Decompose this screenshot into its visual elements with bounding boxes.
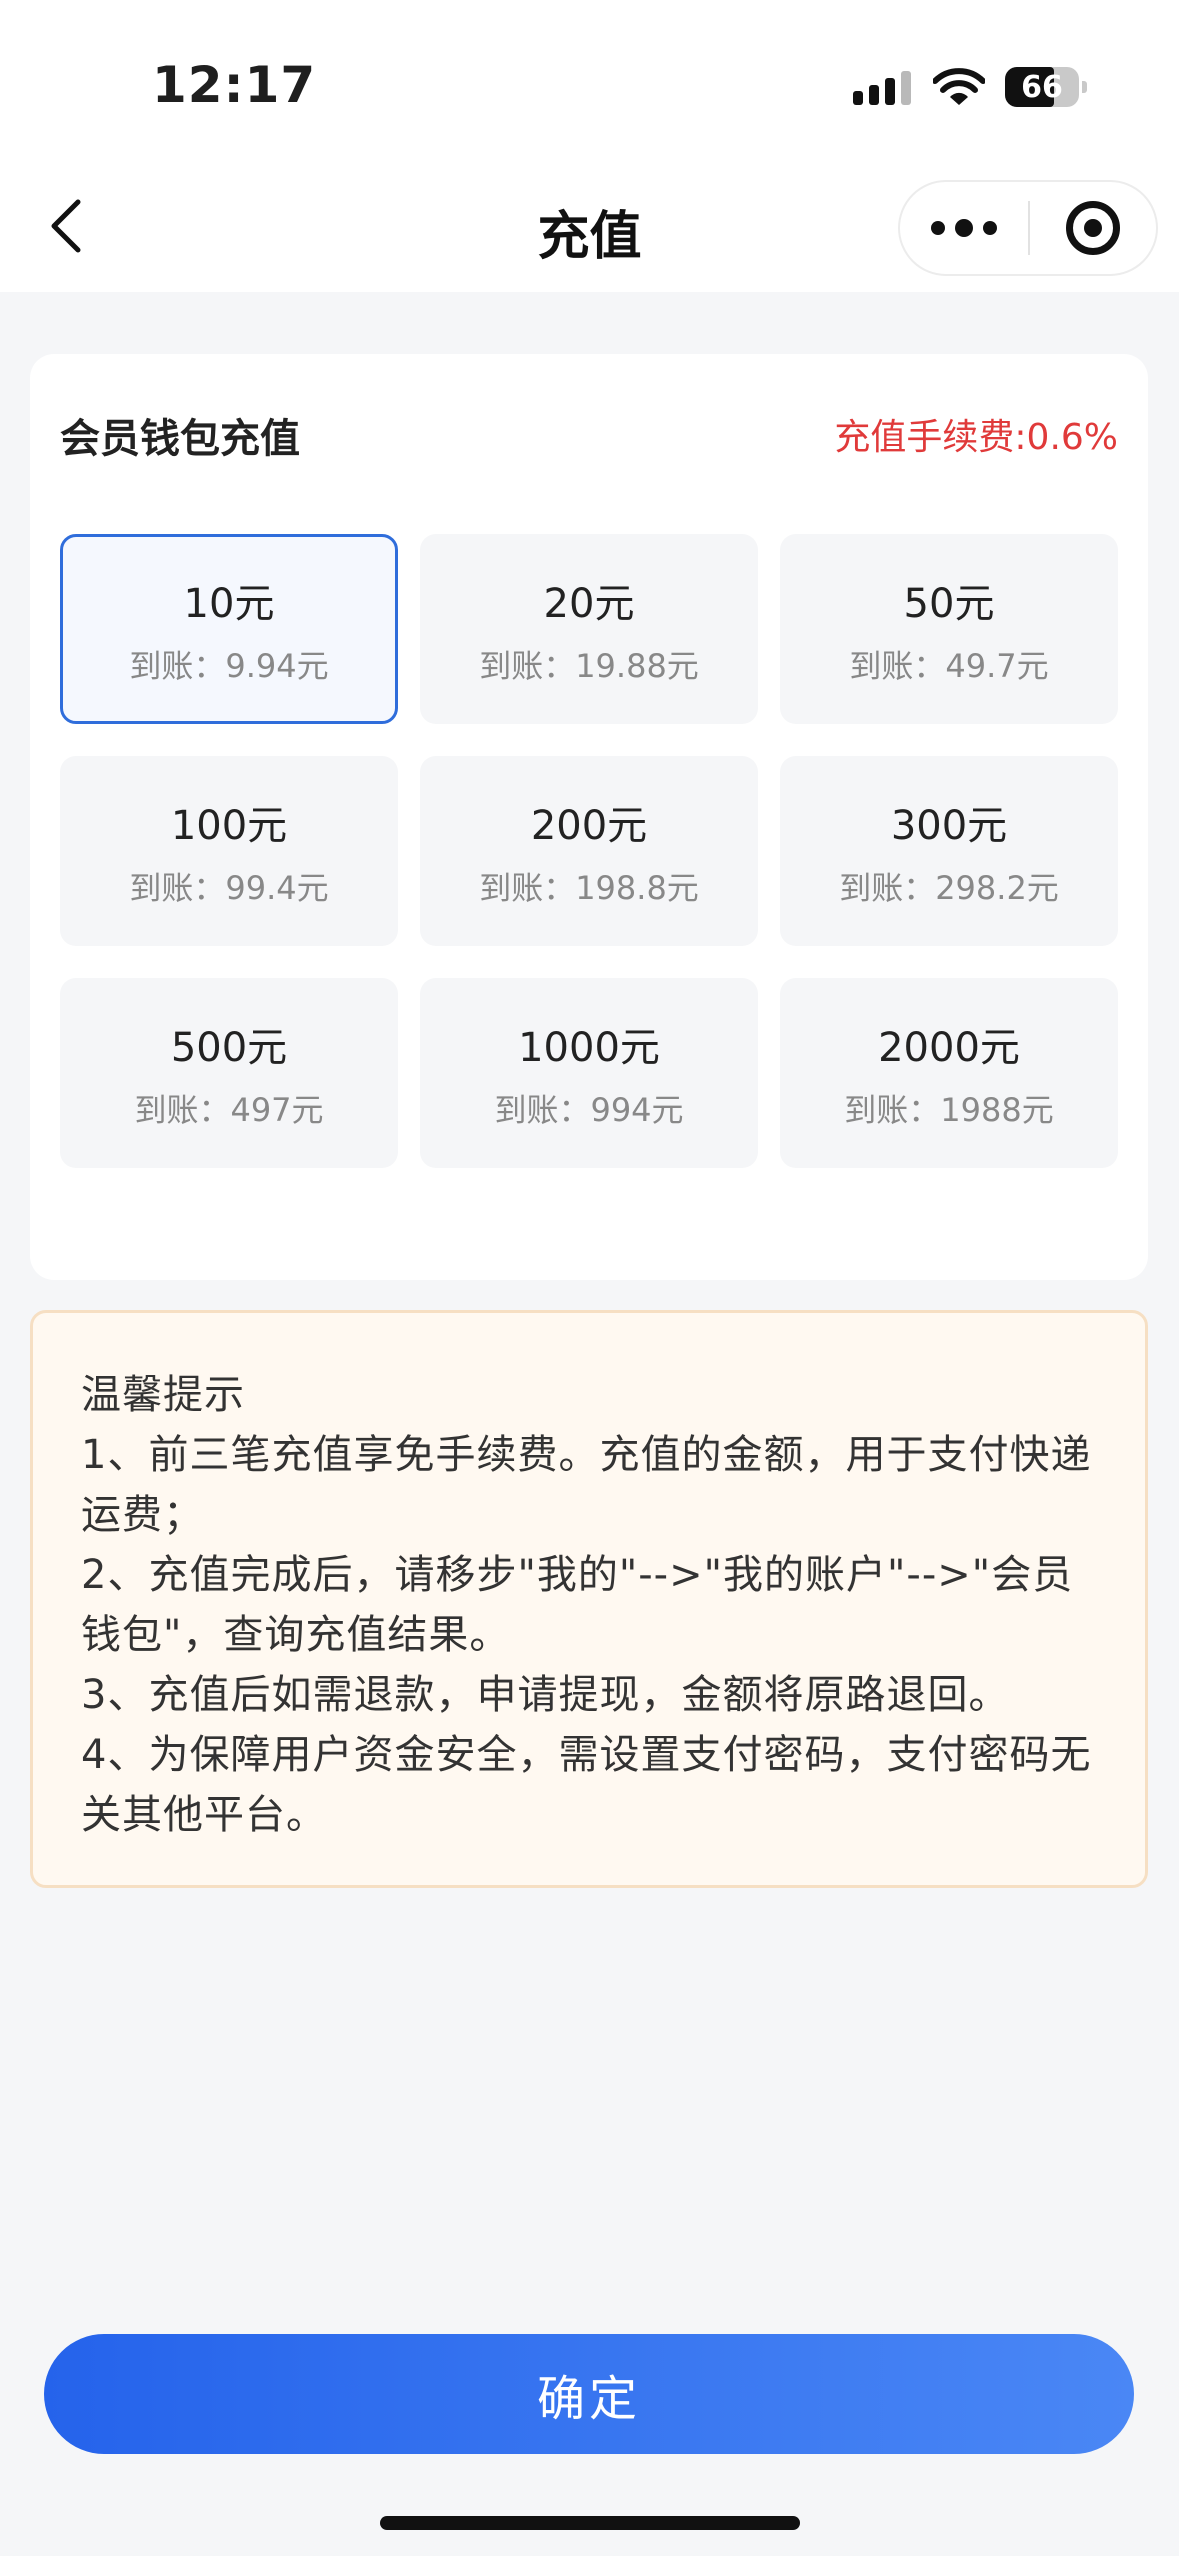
tip-item: 2、充值完成后，请移步"我的"-->"我的账户"-->"会员钱包"，查询充值结果… — [81, 1552, 1074, 1658]
option-arrive: 到账：497元 — [134, 1091, 324, 1129]
option-arrive: 到账：19.88元 — [479, 647, 699, 685]
amount-option[interactable]: 500元到账：497元 — [60, 978, 398, 1168]
confirm-button[interactable]: 确定 — [44, 2334, 1134, 2454]
home-indicator — [380, 2516, 800, 2530]
amount-option[interactable]: 200元到账：198.8元 — [420, 756, 758, 946]
recharge-card: 会员钱包充值 充值手续费:0.6% 10元 到账：9.94元 20元 到账：19.88… — [30, 354, 1148, 1280]
battery-icon: 66 — [1005, 67, 1087, 107]
option-arrive: 到账：1988元 — [844, 1091, 1054, 1129]
amount-option[interactable]: 10元到账：9.94元 — [60, 534, 398, 724]
option-arrive: 到账：99.4元 — [129, 869, 329, 907]
fee-text: 充值手续费:0.6% — [834, 417, 1118, 458]
amount-option[interactable]: 2000元到账：1988元 — [780, 978, 1118, 1168]
status-icons: 66 — [853, 62, 1087, 112]
recharge-title: 会员钱包充值 — [60, 416, 300, 462]
status-time: 12:17 — [152, 56, 317, 114]
header: 12:17 66 充值 — [0, 0, 1179, 292]
tip-item: 1、前三笔充值享免手续费。充值的金额，用于支付快递运费； — [81, 1432, 1092, 1538]
amount-option[interactable]: 1000元到账：994元 — [420, 978, 758, 1168]
option-amount: 100元 — [170, 803, 288, 849]
option-amount: 50元 — [903, 581, 995, 627]
amount-option[interactable]: 20元到账：19.88元 — [420, 534, 758, 724]
option-arrive: 到账：49.7元 — [849, 647, 1049, 685]
wifi-icon — [933, 68, 985, 105]
amount-options-grid: 10元 到账：9.94元 20元 到账：19.88元 50元 到账：49.7元 100元 到账… — [60, 534, 1118, 1168]
option-amount: 1000元 — [518, 1025, 660, 1071]
battery-level: 66 — [1021, 69, 1063, 105]
cellular-signal-icon — [853, 69, 911, 105]
more-dots-icon[interactable] — [900, 182, 1028, 274]
tips-title: 温馨提示 — [81, 1372, 245, 1418]
option-amount: 500元 — [170, 1025, 288, 1071]
option-amount: 10元 — [183, 581, 275, 627]
mini-program-capsule — [898, 180, 1158, 276]
amount-option[interactable]: 100元到账：99.4元 — [60, 756, 398, 946]
tip-item: 4、为保障用户资金安全，需设置支付密码，支付密码无关其他平台。 — [81, 1732, 1092, 1838]
tips-box: 温馨提示 1、前三笔充值享免手续费。充值的金额，用于支付快递运费； 2、充值完成… — [30, 1310, 1148, 1888]
option-amount: 20元 — [543, 581, 635, 627]
amount-option[interactable]: 50元到账：49.7元 — [780, 534, 1118, 724]
recharge-page: 12:17 66 充值 会员钱包充值 充值手续费:0.6% 10元 到账：9.9… — [0, 0, 1179, 2556]
option-amount: 200元 — [530, 803, 648, 849]
option-amount: 300元 — [890, 803, 1008, 849]
tip-item: 3、充值后如需退款，申请提现，金额将原路退回。 — [81, 1672, 1010, 1718]
option-arrive: 到账：994元 — [494, 1091, 684, 1129]
amount-option[interactable]: 300元到账：298.2元 — [780, 756, 1118, 946]
option-arrive: 到账：298.2元 — [839, 869, 1059, 907]
option-amount: 2000元 — [878, 1025, 1020, 1071]
option-arrive: 到账：9.94元 — [129, 647, 329, 685]
target-circle-icon[interactable] — [1030, 182, 1156, 274]
option-arrive: 到账：198.8元 — [479, 869, 699, 907]
